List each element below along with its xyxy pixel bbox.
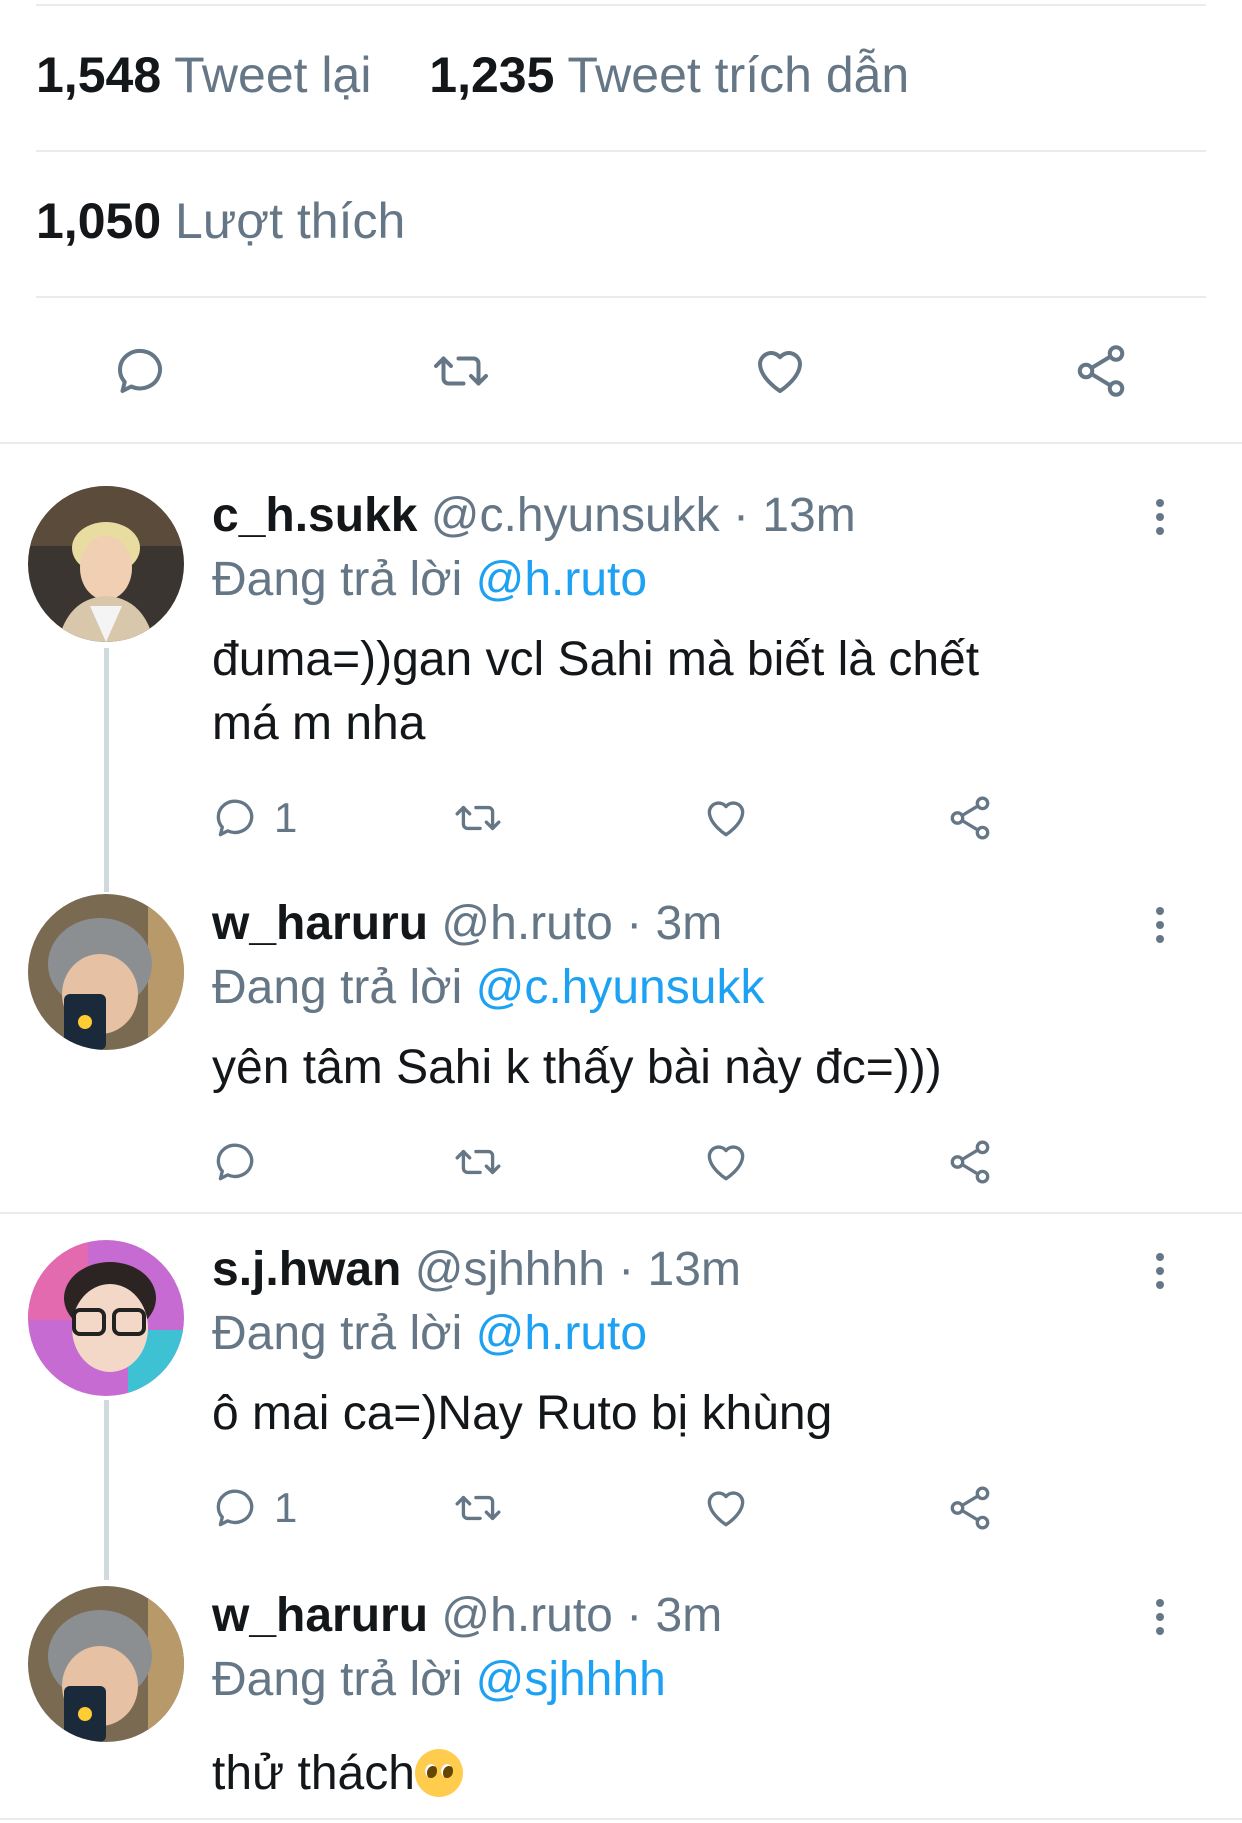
retweet-quote-stats: 1,548 Tweet lại 1,235 Tweet trích dẫn xyxy=(36,46,909,104)
tweet-header: c_h.sukk @c.hyunsukk · 13m xyxy=(212,488,856,543)
tweet-text: ô mai ca=)Nay Ruto bị khùng xyxy=(212,1382,1112,1446)
like-icon xyxy=(707,1145,745,1181)
retweet-button[interactable] xyxy=(453,790,503,846)
reply-icon xyxy=(216,1143,254,1181)
tweet-text-line: đuma=))gan vcl Sahi mà biết là chết xyxy=(212,633,980,686)
tweet-text: thử thách xyxy=(212,1742,1112,1806)
share-icon xyxy=(950,1486,990,1530)
retweet-button[interactable] xyxy=(453,1134,503,1190)
display-name[interactable]: w_haruru xyxy=(212,897,428,950)
replying-to: Đang trả lời @h.ruto xyxy=(212,1306,647,1361)
tweet-text-line: yên tâm Sahi k thấy bài này đc=))) xyxy=(212,1041,942,1094)
tweet-header: w_haruru @h.ruto · 3m xyxy=(212,896,722,951)
share-button[interactable] xyxy=(945,790,995,846)
more-options-icon[interactable] xyxy=(1140,895,1180,955)
share-button[interactable] xyxy=(945,1134,995,1190)
tweet-text-line: má m nha xyxy=(212,697,426,750)
like-icon xyxy=(707,801,745,837)
replying-to: Đang trả lời @h.ruto xyxy=(212,552,647,607)
reply-handle-link[interactable]: @sjhhhh xyxy=(476,1653,666,1706)
tweet-text-line: thử thách xyxy=(212,1747,415,1800)
replying-prefix: Đang trả lời xyxy=(212,961,463,1014)
likes-stat[interactable]: 1,050 Lượt thích xyxy=(36,192,405,250)
actions-divider xyxy=(0,442,1242,444)
handle-and-time[interactable]: @h.ruto · 3m xyxy=(441,1589,722,1642)
reply-icon[interactable] xyxy=(105,336,175,406)
replying-to: Đang trả lời @c.hyunsukk xyxy=(212,960,764,1015)
display-name[interactable]: w_haruru xyxy=(212,1589,428,1642)
display-name[interactable]: s.j.hwan xyxy=(212,1243,401,1296)
reply-handle-link[interactable]: @c.hyunsukk xyxy=(476,961,765,1014)
tweet-text-line: ô mai ca=)Nay Ruto bị khùng xyxy=(212,1387,833,1440)
quotes-label: Tweet trích dẫn xyxy=(567,47,910,103)
replying-prefix: Đang trả lời xyxy=(212,1653,463,1706)
share-icon[interactable] xyxy=(1066,336,1136,406)
avatar[interactable] xyxy=(28,894,184,1050)
reply-icon xyxy=(216,1489,254,1527)
reply-icon xyxy=(216,799,254,837)
replying-prefix: Đang trả lời xyxy=(212,1307,463,1360)
tweet-header: s.j.hwan @sjhhhh · 13m xyxy=(212,1242,741,1297)
share-icon xyxy=(950,796,990,840)
thread-line xyxy=(104,648,109,892)
bottom-divider xyxy=(0,1818,1242,1820)
avatar[interactable] xyxy=(28,486,184,642)
handle-and-time[interactable]: @c.hyunsukk · 13m xyxy=(431,489,856,542)
like-icon xyxy=(707,1491,745,1527)
reply-handle-link[interactable]: @h.ruto xyxy=(476,1307,647,1360)
reply-button[interactable]: 1 xyxy=(210,1480,297,1536)
tweet-header: w_haruru @h.ruto · 3m xyxy=(212,1588,722,1643)
likes-count: 1,050 xyxy=(36,193,162,249)
retweet-icon[interactable] xyxy=(426,336,496,406)
tweet-actions xyxy=(0,1134,1242,1190)
more-options-icon[interactable] xyxy=(1140,1587,1180,1647)
main-tweet-actions xyxy=(0,336,1242,416)
retweets-label: Tweet lại xyxy=(174,47,372,103)
share-icon xyxy=(950,1140,990,1184)
retweet-icon xyxy=(455,1495,501,1521)
quotes-count: 1,235 xyxy=(429,47,555,103)
retweet-button[interactable] xyxy=(453,1480,503,1536)
like-button[interactable] xyxy=(701,790,751,846)
like-icon[interactable] xyxy=(745,336,815,406)
retweets-stat[interactable]: 1,548 Tweet lại xyxy=(36,47,385,103)
more-options-icon[interactable] xyxy=(1140,487,1180,547)
replying-to: Đang trả lời @sjhhhh xyxy=(212,1652,666,1707)
tweet-text: đuma=))gan vcl Sahi mà biết là chết má m… xyxy=(212,628,1112,756)
retweet-icon xyxy=(455,805,501,831)
handle-and-time[interactable]: @h.ruto · 3m xyxy=(441,897,722,950)
stats-divider xyxy=(36,150,1206,152)
likes-divider xyxy=(36,296,1206,298)
reply-button[interactable] xyxy=(210,1134,260,1190)
retweet-icon xyxy=(455,1149,501,1175)
share-button[interactable] xyxy=(945,1480,995,1536)
top-divider xyxy=(36,4,1206,6)
tweet-text: yên tâm Sahi k thấy bài này đc=))) xyxy=(212,1036,1112,1100)
reply-count: 1 xyxy=(274,794,298,841)
tweet-actions: 1 xyxy=(0,790,1242,846)
thread-divider xyxy=(0,1212,1242,1214)
reply-button[interactable]: 1 xyxy=(210,790,297,846)
quotes-stat[interactable]: 1,235 Tweet trích dẫn xyxy=(429,47,909,103)
tweet-actions: 1 xyxy=(0,1480,1242,1536)
pleading-face-emoji-icon xyxy=(414,1749,463,1797)
like-button[interactable] xyxy=(701,1480,751,1536)
avatar[interactable] xyxy=(28,1586,184,1742)
reply-handle-link[interactable]: @h.ruto xyxy=(476,553,647,606)
replying-prefix: Đang trả lời xyxy=(212,553,463,606)
more-options-icon[interactable] xyxy=(1140,1241,1180,1301)
avatar[interactable] xyxy=(28,1240,184,1396)
like-button[interactable] xyxy=(701,1134,751,1190)
handle-and-time[interactable]: @sjhhhh · 13m xyxy=(415,1243,741,1296)
retweets-count: 1,548 xyxy=(36,47,162,103)
display-name[interactable]: c_h.sukk xyxy=(212,489,417,542)
likes-label: Lượt thích xyxy=(175,193,406,249)
reply-count: 1 xyxy=(274,1484,298,1531)
